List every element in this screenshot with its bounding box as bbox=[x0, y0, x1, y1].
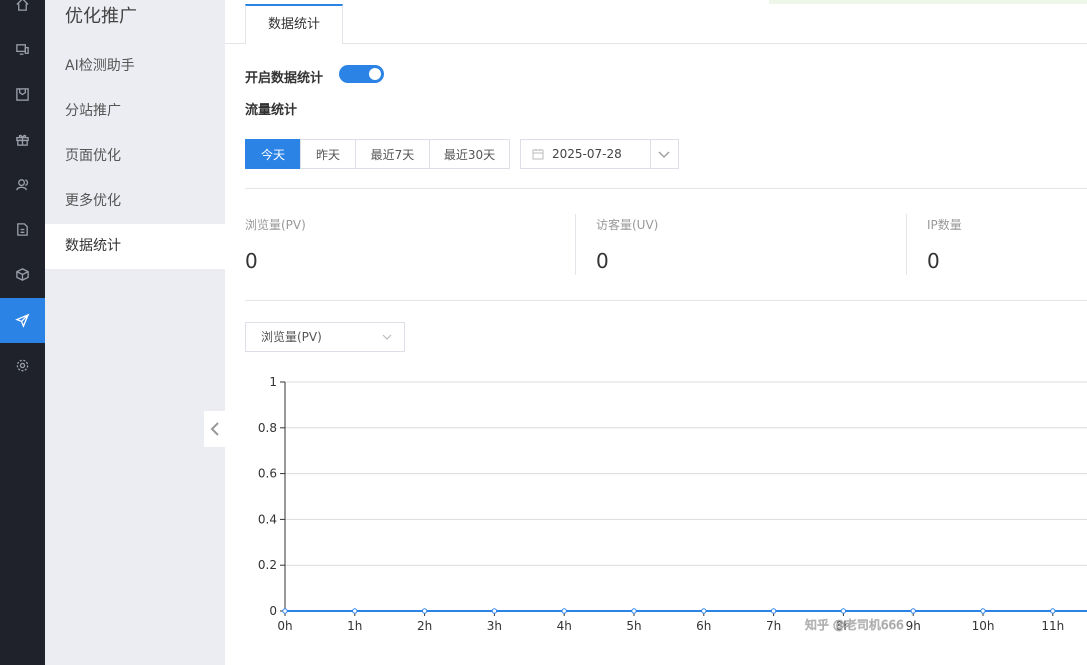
chevron-down-icon[interactable] bbox=[658, 148, 670, 160]
data-point bbox=[282, 608, 288, 614]
data-point bbox=[840, 608, 847, 614]
traffic-chart: 00.20.40.60.810h 1h 2h 3h 4h 5h 6h 7h 8h 9h 10h 11h… bbox=[258, 375, 1087, 633]
x-tick-label: 11h bbox=[1041, 619, 1064, 633]
uv-value: 0 bbox=[596, 249, 609, 273]
home-icon bbox=[16, 0, 29, 11]
rail-document-button[interactable] bbox=[0, 207, 45, 252]
rail-users-button[interactable] bbox=[0, 162, 45, 207]
settings-icon bbox=[16, 359, 29, 372]
ip-value: 0 bbox=[927, 249, 940, 273]
sidebar-item-data-stats[interactable]: 数据统计 bbox=[45, 224, 225, 269]
x-tick-label: 5h bbox=[626, 619, 641, 633]
pv-label: 浏览量(PV) bbox=[245, 218, 306, 232]
cube-icon bbox=[16, 268, 29, 281]
sidebar-item-more-optimize[interactable]: 更多优化 bbox=[45, 179, 225, 224]
y-tick-label: 1 bbox=[269, 375, 277, 389]
x-tick-label: 9h bbox=[906, 619, 921, 633]
y-tick-label: 0.8 bbox=[258, 421, 277, 435]
data-point bbox=[701, 608, 707, 614]
data-point bbox=[421, 608, 428, 614]
collapse-sidebar-button[interactable] bbox=[204, 411, 225, 447]
sidebar-item-ai-detect[interactable]: AI检测助手 bbox=[45, 44, 225, 89]
x-tick-label: 3h bbox=[487, 619, 502, 633]
sidebar-item-page-optimize[interactable]: 页面优化 bbox=[45, 134, 225, 179]
pv-value: 0 bbox=[245, 249, 258, 273]
rail-gift-button[interactable] bbox=[0, 117, 45, 162]
date-picker-divider bbox=[650, 140, 651, 168]
y-tick-label: 0 bbox=[269, 604, 277, 618]
stat-divider bbox=[575, 214, 576, 275]
y-tick-label: 0.4 bbox=[258, 512, 277, 526]
data-point bbox=[491, 608, 498, 614]
metric-select-value: 浏览量(PV) bbox=[261, 330, 322, 344]
x-tick-label: 10h bbox=[972, 619, 995, 633]
enable-stats-label: 开启数据统计 bbox=[245, 71, 324, 86]
uv-label: 访客量(UV) bbox=[596, 218, 659, 232]
secondary-sidebar: 优化推广 AI检测助手 分站推广 页面优化 更多优化 数据统计 bbox=[45, 0, 225, 665]
stat-divider bbox=[906, 214, 907, 275]
rail-settings-button[interactable] bbox=[0, 343, 45, 388]
x-tick-label: 6h bbox=[696, 619, 711, 633]
data-point bbox=[1050, 608, 1056, 614]
send-icon bbox=[15, 313, 30, 328]
icon-rail bbox=[0, 0, 45, 665]
x-tick-label: 2h bbox=[417, 619, 432, 633]
data-point bbox=[980, 608, 986, 614]
tab-data-stats[interactable]: 数据统计 bbox=[245, 4, 343, 44]
chevron-left-icon bbox=[210, 422, 219, 436]
enable-stats-toggle[interactable] bbox=[339, 65, 384, 83]
chevron-down-icon bbox=[382, 334, 392, 340]
range-30days-button[interactable]: 最近30天 bbox=[429, 139, 510, 169]
rail-send-button[interactable] bbox=[0, 298, 45, 343]
ip-label: IP数量 bbox=[927, 218, 962, 232]
data-point bbox=[770, 608, 777, 614]
data-point bbox=[352, 608, 358, 614]
document-icon bbox=[17, 223, 28, 236]
data-point bbox=[631, 608, 637, 614]
inbox-icon bbox=[16, 88, 29, 101]
range-today-button[interactable]: 今天 bbox=[245, 139, 301, 169]
rail-cube-button[interactable] bbox=[0, 252, 45, 297]
gift-icon bbox=[16, 134, 29, 146]
monitor-icon bbox=[16, 44, 29, 55]
x-tick-label: 7h bbox=[766, 619, 781, 633]
rail-monitor-button[interactable] bbox=[0, 27, 45, 72]
x-tick-label: 4h bbox=[557, 619, 572, 633]
x-tick-label: 1h bbox=[347, 619, 362, 633]
divider bbox=[245, 188, 1087, 189]
divider bbox=[245, 300, 1087, 301]
y-tick-label: 0.2 bbox=[258, 558, 277, 572]
data-point bbox=[910, 608, 916, 614]
watermark: 知乎 @老司机666 bbox=[805, 618, 904, 632]
users-icon bbox=[16, 179, 29, 191]
x-tick-label: 0h bbox=[277, 619, 292, 633]
calendar-icon bbox=[532, 149, 544, 160]
range-7days-button[interactable]: 最近7天 bbox=[355, 139, 430, 169]
y-tick-label: 0.6 bbox=[258, 467, 277, 481]
traffic-stats-title: 流量统计 bbox=[245, 103, 298, 118]
data-point bbox=[561, 608, 567, 614]
date-picker[interactable]: 2025-07-28 bbox=[520, 139, 679, 169]
range-yesterday-button[interactable]: 昨天 bbox=[300, 139, 356, 169]
metric-select[interactable]: 浏览量(PV) bbox=[245, 322, 405, 352]
rail-home-button[interactable] bbox=[0, 0, 45, 27]
tab-bar: 数据统计 bbox=[225, 0, 1087, 44]
sidebar-title: 优化推广 bbox=[65, 6, 137, 27]
date-value: 2025-07-28 bbox=[552, 147, 622, 161]
sidebar-item-substation[interactable]: 分站推广 bbox=[45, 89, 225, 134]
rail-inbox-button[interactable] bbox=[0, 72, 45, 117]
